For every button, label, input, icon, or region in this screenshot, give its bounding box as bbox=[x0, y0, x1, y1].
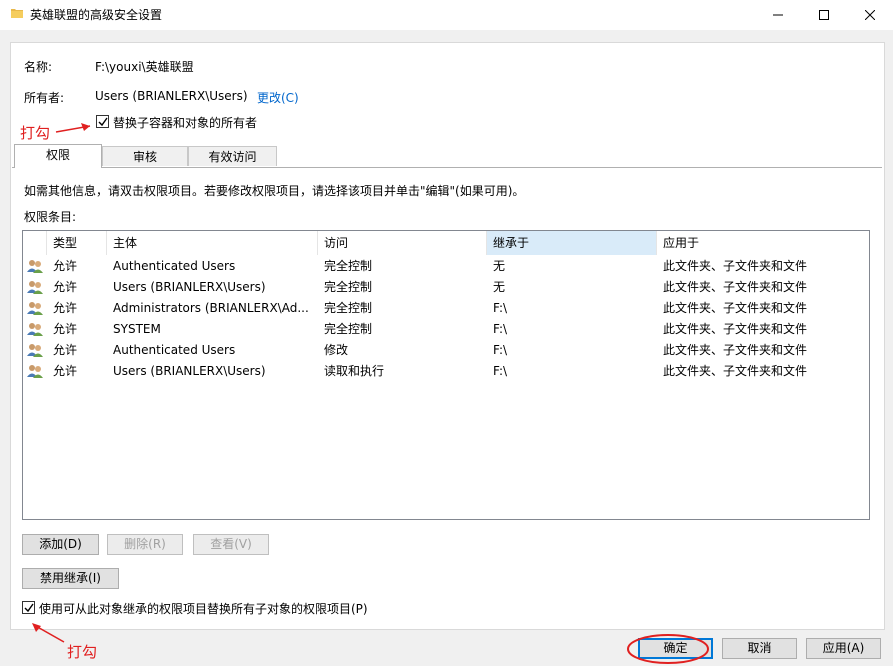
red-arrow-icon bbox=[55, 123, 91, 133]
tab-divider bbox=[12, 167, 882, 168]
owner-value: Users (BRIANLERX\Users) bbox=[95, 89, 248, 103]
table-cell: 完全控制 bbox=[324, 280, 373, 294]
table-cell: Users (BRIANLERX\Users) bbox=[113, 280, 266, 294]
replace-child-permissions-label: 使用可从此对象继承的权限项目替换所有子对象的权限项目(P) bbox=[39, 602, 368, 616]
table-row[interactable]: 允许 Authenticated Users 完全控制 无 此文件夹、子文件夹和文件 bbox=[23, 256, 869, 277]
table-cell: 允许 bbox=[53, 301, 78, 315]
table-cell: 允许 bbox=[53, 322, 78, 336]
table-row[interactable]: 允许 SYSTEM 完全控制 F:\ 此文件夹、子文件夹和文件 bbox=[23, 319, 869, 340]
table-cell: Administrators (BRIANLERX\Ad... bbox=[113, 301, 309, 315]
maximize-button[interactable] bbox=[801, 0, 847, 30]
table-cell: F:\ bbox=[493, 364, 508, 378]
column-header-access[interactable]: 访问 bbox=[318, 231, 487, 255]
table-cell: 此文件夹、子文件夹和文件 bbox=[663, 364, 808, 378]
users-icon bbox=[27, 344, 43, 357]
annotation-check-owner: 打勾 bbox=[20, 124, 51, 142]
tab-permissions[interactable]: 权限 bbox=[14, 144, 102, 168]
users-icon bbox=[27, 260, 43, 273]
red-circle-annotation bbox=[627, 634, 709, 664]
folder-icon bbox=[11, 9, 23, 18]
owner-label: 所有者: bbox=[24, 91, 65, 105]
table-row[interactable]: 允许 Administrators (BRIANLERX\Ad... 完全控制 F:\… bbox=[23, 298, 869, 319]
table-cell: 此文件夹、子文件夹和文件 bbox=[663, 322, 808, 336]
table-cell: 读取和执行 bbox=[324, 364, 385, 378]
red-arrow-icon bbox=[32, 623, 65, 643]
column-header-principal[interactable]: 主体 bbox=[107, 231, 318, 255]
minimize-icon bbox=[773, 14, 783, 16]
maximize-icon bbox=[819, 10, 829, 20]
replace-child-permissions-checkbox[interactable] bbox=[22, 601, 35, 614]
tab-auditing[interactable]: 审核 bbox=[102, 146, 188, 166]
table-cell: F:\ bbox=[493, 322, 508, 336]
disable-inheritance-button[interactable]: 禁用继承(I) bbox=[22, 568, 119, 589]
name-label: 名称: bbox=[24, 60, 53, 74]
add-button[interactable]: 添加(D) bbox=[22, 534, 99, 555]
table-cell: 此文件夹、子文件夹和文件 bbox=[663, 280, 808, 294]
checkmark-icon bbox=[98, 117, 108, 126]
table-cell: F:\ bbox=[493, 301, 508, 315]
users-icon bbox=[27, 365, 43, 378]
close-button[interactable] bbox=[847, 0, 893, 30]
table-row[interactable]: 允许 Users (BRIANLERX\Users) 读取和执行 F:\ 此文件夹、子文… bbox=[23, 361, 869, 382]
window-title: 英雄联盟的高级安全设置 bbox=[30, 8, 163, 22]
table-cell: SYSTEM bbox=[113, 322, 161, 336]
table-cell: 完全控制 bbox=[324, 259, 373, 273]
table-cell: 此文件夹、子文件夹和文件 bbox=[663, 343, 808, 357]
table-cell: 修改 bbox=[324, 343, 349, 357]
users-icon bbox=[27, 323, 43, 336]
table-row[interactable]: 允许 Users (BRIANLERX\Users) 完全控制 无 此文件夹、子文件夹和… bbox=[23, 277, 869, 298]
table-cell: 允许 bbox=[53, 259, 78, 273]
table-cell: 完全控制 bbox=[324, 301, 373, 315]
entries-label: 权限条目: bbox=[24, 210, 77, 224]
column-header-type[interactable]: 类型 bbox=[47, 231, 107, 255]
remove-button[interactable]: 删除(R) bbox=[107, 534, 183, 555]
cancel-button[interactable]: 取消 bbox=[722, 638, 797, 659]
table-cell: 允许 bbox=[53, 280, 78, 294]
annotation-check-child: 打勾 bbox=[67, 643, 98, 661]
users-icon bbox=[27, 302, 43, 315]
replace-owner-checkbox[interactable] bbox=[96, 115, 109, 128]
permission-entries-list[interactable]: 类型 主体 访问 继承于 应用于 允许 Authenticated Users 完全… bbox=[22, 230, 870, 520]
tab-effective-access[interactable]: 有效访问 bbox=[188, 146, 277, 166]
change-owner-link[interactable]: 更改(C) bbox=[257, 89, 299, 106]
table-cell: 允许 bbox=[53, 364, 78, 378]
table-cell: 此文件夹、子文件夹和文件 bbox=[663, 301, 808, 315]
table-cell: 无 bbox=[493, 259, 506, 273]
users-icon bbox=[27, 281, 43, 294]
column-header-inherited-from[interactable]: 继承于 bbox=[487, 231, 657, 255]
table-cell: 允许 bbox=[53, 343, 78, 357]
table-cell: F:\ bbox=[493, 343, 508, 357]
column-header-applies-to[interactable]: 应用于 bbox=[657, 231, 869, 255]
name-value: F:\youxi\英雄联盟 bbox=[95, 60, 194, 74]
info-text: 如需其他信息，请双击权限项目。若要修改权限项目，请选择该项目并单击"编辑"(如果… bbox=[24, 184, 525, 198]
replace-owner-label: 替换子容器和对象的所有者 bbox=[113, 116, 258, 130]
table-cell: 完全控制 bbox=[324, 322, 373, 336]
table-cell: Users (BRIANLERX\Users) bbox=[113, 364, 266, 378]
column-header-icon bbox=[23, 231, 47, 255]
table-row[interactable]: 允许 Authenticated Users 修改 F:\ 此文件夹、子文件夹和文件 bbox=[23, 340, 869, 361]
table-cell: 无 bbox=[493, 280, 506, 294]
minimize-button[interactable] bbox=[755, 0, 801, 30]
table-cell: Authenticated Users bbox=[113, 259, 236, 273]
close-icon bbox=[865, 10, 875, 20]
table-cell: Authenticated Users bbox=[113, 343, 236, 357]
checkmark-icon bbox=[24, 603, 34, 612]
apply-button[interactable]: 应用(A) bbox=[806, 638, 881, 659]
view-button[interactable]: 查看(V) bbox=[193, 534, 269, 555]
table-cell: 此文件夹、子文件夹和文件 bbox=[663, 259, 808, 273]
